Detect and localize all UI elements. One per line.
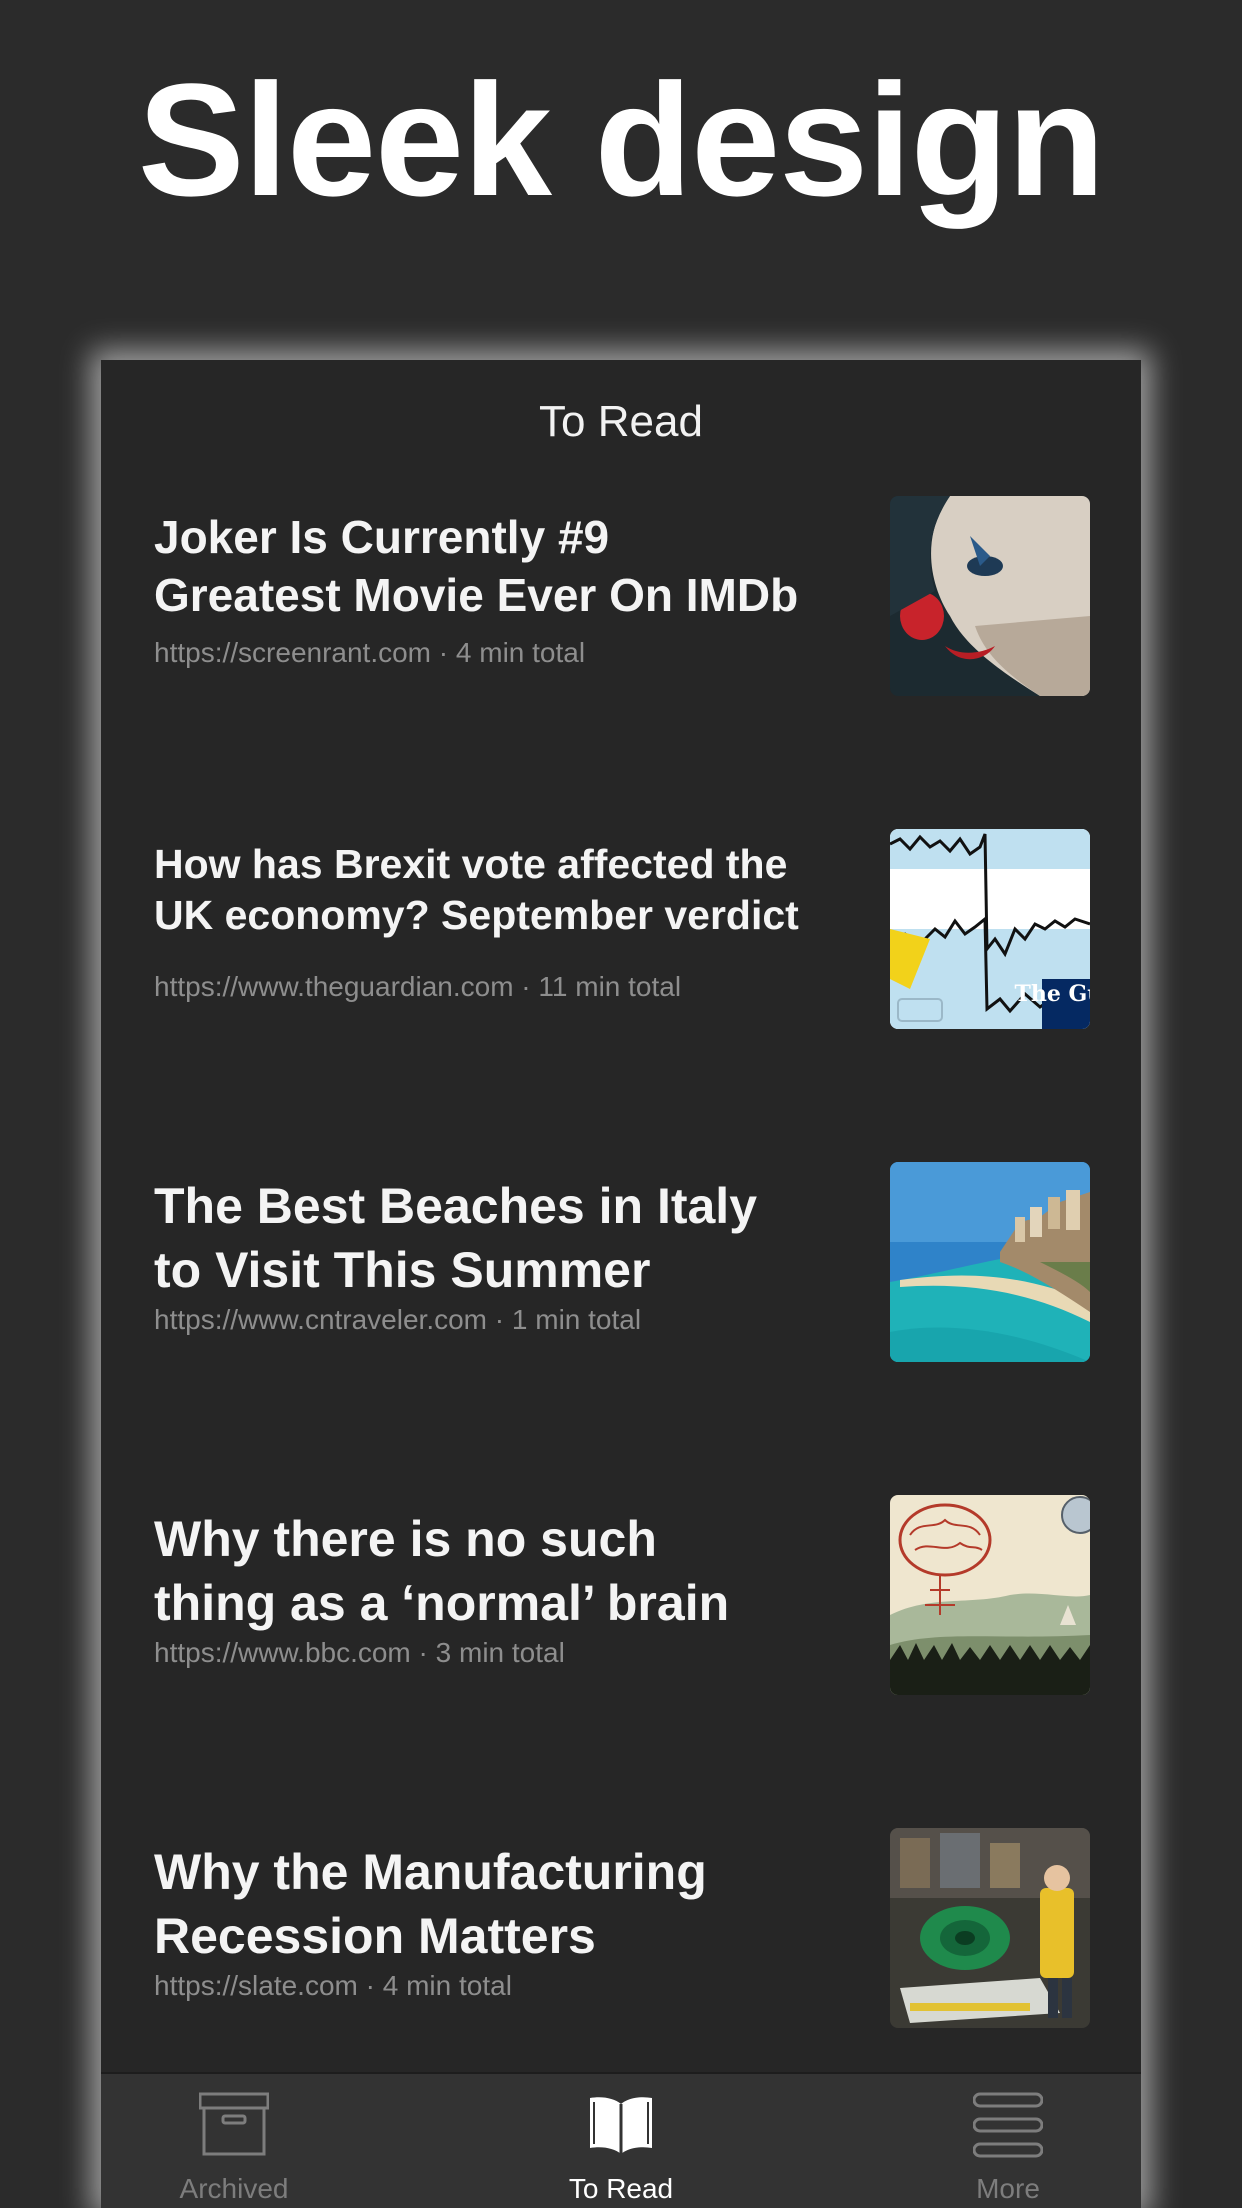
- article-row[interactable]: How has Brexit vote affected the UK econ…: [101, 821, 1141, 1154]
- article-meta: https://screenrant.com · 4 min total: [154, 637, 586, 668]
- article-title-line: to Visit This Summer: [154, 1242, 651, 1298]
- article-row[interactable]: Why there is no such thing as a ‘normal’…: [101, 1487, 1141, 1820]
- article-title: Why there is no such thing as a ‘normal’…: [154, 1507, 854, 1635]
- article-title: How has Brexit vote affected the UK econ…: [154, 839, 854, 941]
- italian-beach-image: [890, 1162, 1090, 1362]
- article-meta: https://www.bbc.com · 3 min total: [154, 1637, 565, 1668]
- tab-to-read[interactable]: To Read: [491, 2074, 751, 2208]
- article-title-line: Why there is no such: [154, 1511, 657, 1567]
- article-title: Why the Manufacturing Recession Matters: [154, 1840, 854, 1968]
- guardian-badge-text: The Gua: [1014, 981, 1090, 1007]
- article-title-line: Recession Matters: [154, 1908, 596, 1964]
- tab-label: To Read: [568, 2173, 674, 2204]
- article-meta: https://slate.com · 4 min total: [154, 1970, 512, 2001]
- economy-chart-image: The Gua: [890, 829, 1090, 1029]
- article-title: Joker Is Currently #9 Greatest Movie Eve…: [154, 508, 854, 624]
- tab-label: Archived: [179, 2173, 289, 2204]
- joker-face-image: [890, 496, 1090, 696]
- tab-label: More: [976, 2173, 1040, 2204]
- promo-page: Sleek design To Read Joker Is Currently …: [0, 0, 1242, 2208]
- archive-box-icon: [199, 2092, 269, 2156]
- tab-bar: Archived To Read More: [101, 2072, 1141, 2208]
- open-book-icon: [590, 2097, 652, 2154]
- article-row[interactable]: Joker Is Currently #9 Greatest Movie Eve…: [101, 488, 1141, 821]
- article-title: The Best Beaches in Italy to Visit This …: [154, 1174, 854, 1302]
- article-title-line: thing as a ‘normal’ brain: [154, 1575, 730, 1631]
- factory-machinery-image: [890, 1828, 1090, 2028]
- article-meta: https://www.cntraveler.com · 1 min total: [154, 1304, 642, 1335]
- stacked-lines-icon: [973, 2092, 1043, 2158]
- article-title-line: UK economy? September verdict: [154, 892, 799, 938]
- article-title-line: How has Brexit vote affected the: [154, 841, 788, 887]
- hero-title: Sleek design: [137, 50, 1105, 229]
- brain-illustration-image: [890, 1495, 1090, 1695]
- phone-screen: To Read Joker Is Currently #9 Greatest M…: [101, 360, 1141, 2208]
- article-row[interactable]: The Best Beaches in Italy to Visit This …: [101, 1154, 1141, 1487]
- tab-archived[interactable]: Archived: [104, 2074, 364, 2208]
- article-meta: https://www.theguardian.com · 11 min tot…: [154, 971, 682, 1002]
- article-title-line: Joker Is Currently #9: [154, 511, 610, 563]
- article-title-line: The Best Beaches in Italy: [154, 1178, 758, 1234]
- tab-more[interactable]: More: [878, 2074, 1138, 2208]
- nav-title: To Read: [539, 397, 703, 446]
- article-title-line: Why the Manufacturing: [154, 1844, 707, 1900]
- article-title-line: Greatest Movie Ever On IMDb: [154, 569, 799, 621]
